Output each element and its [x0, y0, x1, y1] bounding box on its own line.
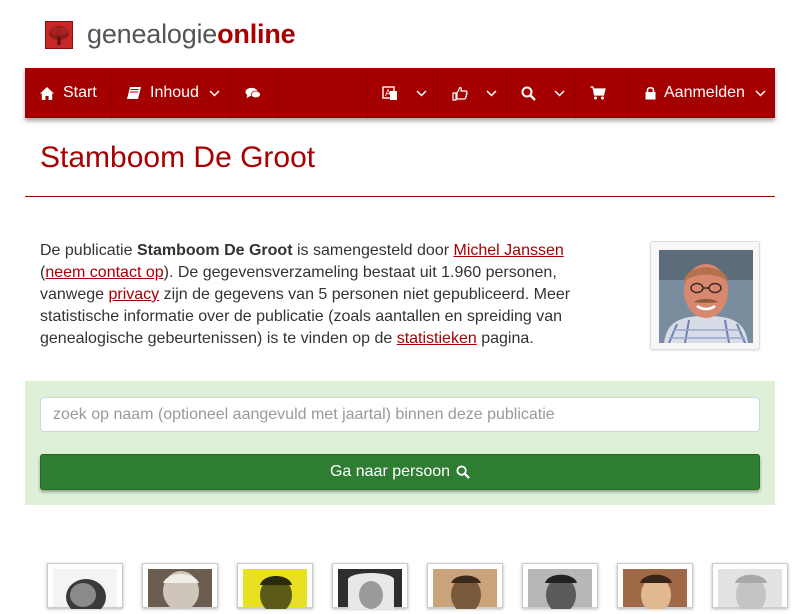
intro-text: De publicatie	[40, 242, 137, 259]
go-to-person-button[interactable]: Ga naar persoon	[40, 454, 760, 490]
search-icon	[456, 465, 470, 479]
nav-forum[interactable]	[231, 68, 279, 118]
site-header: genealogieonline	[0, 0, 800, 68]
person-photo-thumbnail[interactable]	[522, 563, 598, 613]
tree-logo-icon[interactable]	[45, 21, 73, 49]
person-search-panel: Ga naar persoon	[25, 381, 775, 505]
author-portrait-image	[659, 250, 753, 344]
privacy-link[interactable]: privacy	[109, 286, 160, 303]
person-search-input[interactable]	[40, 397, 760, 432]
person-photo-thumbnail[interactable]	[237, 563, 313, 613]
author-photo[interactable]	[650, 241, 760, 350]
search-icon	[521, 85, 536, 101]
book-icon	[126, 85, 142, 101]
nav-search[interactable]	[507, 68, 576, 118]
language-icon: A	[382, 85, 398, 101]
person-photo-thumbnail[interactable]	[47, 563, 123, 614]
home-icon	[39, 85, 55, 101]
person-photo-thumbnail[interactable]	[332, 563, 408, 609]
comments-icon	[245, 85, 261, 101]
nav-login[interactable]: Aanmelden	[629, 68, 775, 118]
chevron-down-icon	[554, 89, 565, 97]
chevron-down-icon	[486, 89, 497, 97]
nav-inhoud-label: Inhoud	[150, 84, 199, 101]
intro-text: is samengesteld door	[292, 242, 454, 259]
page-title: Stamboom De Groot	[40, 141, 316, 174]
chevron-down-icon	[755, 89, 766, 97]
publication-name: Stamboom De Groot	[136, 242, 293, 259]
chevron-down-icon	[209, 89, 220, 97]
contact-link[interactable]: neem contact op	[45, 264, 163, 281]
cart-icon	[590, 85, 606, 101]
nav-start[interactable]: Start	[25, 68, 112, 118]
logo-text-part2: online	[217, 19, 296, 49]
publication-intro: De publicatie Stamboom De Groot is samen…	[40, 240, 620, 350]
chevron-down-icon	[416, 89, 427, 97]
nav-share[interactable]	[438, 68, 507, 118]
person-photo-thumbnail[interactable]	[617, 563, 693, 613]
intro-text: pagina.	[476, 330, 534, 347]
nav-inhoud[interactable]: Inhoud	[112, 68, 231, 118]
person-photo-thumbnail[interactable]	[142, 563, 218, 611]
go-to-person-label: Ga naar persoon	[329, 463, 451, 480]
site-logo[interactable]: genealogieonline	[87, 18, 296, 50]
lock-icon	[645, 85, 656, 101]
logo-text-part1: genealogie	[87, 19, 218, 49]
title-divider	[25, 196, 775, 197]
person-photo-strip	[0, 563, 800, 614]
author-link[interactable]: Michel Janssen	[454, 242, 564, 259]
nav-login-label: Aanmelden	[664, 84, 745, 101]
thumbs-up-icon	[452, 85, 468, 101]
nav-shop[interactable]	[576, 68, 629, 118]
nav-start-label: Start	[63, 84, 97, 101]
nav-language[interactable]: A	[368, 68, 438, 118]
statistics-link[interactable]: statistieken	[397, 330, 477, 347]
person-photo-thumbnail[interactable]	[427, 563, 503, 613]
person-photo-thumbnail[interactable]	[712, 563, 788, 613]
main-navigation: Start Inhoud A Aanmelden	[25, 68, 775, 118]
nav-spacer	[279, 68, 368, 118]
